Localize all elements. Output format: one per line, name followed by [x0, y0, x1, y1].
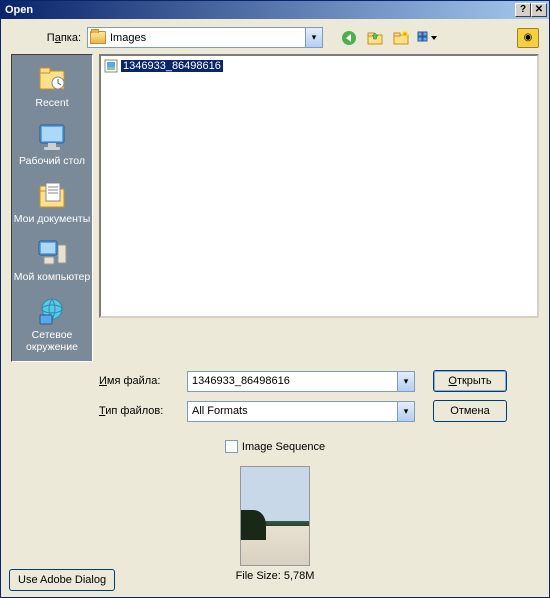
up-one-level-button[interactable]: [365, 28, 385, 48]
window-title: Open: [3, 4, 515, 16]
view-menu-button[interactable]: [417, 28, 437, 48]
place-desktop[interactable]: Рабочий стол: [12, 119, 92, 169]
folder-label: Папка:: [11, 32, 81, 44]
file-name: 1346933_86498616: [121, 60, 223, 72]
recent-icon: [36, 63, 68, 95]
open-button[interactable]: Открыть: [433, 370, 507, 392]
folder-dropdown[interactable]: Images ▾: [87, 27, 323, 48]
places-bar: Recent Рабочий стол Мои документы Мой ко…: [11, 54, 93, 362]
network-icon: [36, 295, 68, 327]
filetype-label: Тип файлов:: [99, 405, 181, 417]
desktop-icon: [36, 121, 68, 153]
folder-value: Images: [110, 32, 146, 44]
dropdown-arrow-icon[interactable]: ▾: [305, 28, 322, 47]
place-recent[interactable]: Recent: [12, 61, 92, 111]
help-button[interactable]: ?: [515, 3, 531, 17]
preview-area: File Size: 5,78М: [11, 466, 539, 582]
image-file-icon: [103, 58, 119, 74]
place-computer[interactable]: Мой компьютер: [12, 235, 92, 285]
back-button[interactable]: [339, 28, 359, 48]
filename-input[interactable]: 1346933_86498616 ▾: [187, 371, 415, 392]
preview-thumbnail: [240, 466, 310, 566]
checkbox-icon: [225, 440, 238, 453]
place-network[interactable]: Сетевое окружение: [12, 293, 92, 355]
dropdown-arrow-icon[interactable]: ▾: [397, 372, 414, 391]
new-folder-button[interactable]: [391, 28, 411, 48]
close-button[interactable]: ✕: [531, 3, 547, 17]
file-item[interactable]: 1346933_86498616: [103, 58, 535, 74]
filetype-dropdown[interactable]: All Formats ▾: [187, 401, 415, 422]
titlebar: Open ? ✕: [1, 1, 549, 19]
image-sequence-checkbox[interactable]: Image Sequence: [225, 440, 325, 453]
adobe-bridge-button[interactable]: ◉: [517, 28, 539, 48]
computer-icon: [36, 237, 68, 269]
folder-icon: [90, 31, 106, 44]
use-adobe-dialog-button[interactable]: Use Adobe Dialog: [9, 569, 115, 591]
open-dialog: Open ? ✕ Папка: Images ▾ ◉: [0, 0, 550, 598]
documents-icon: [36, 179, 68, 211]
place-documents[interactable]: Мои документы: [12, 177, 92, 227]
dropdown-arrow-icon[interactable]: ▾: [397, 402, 414, 421]
cancel-button[interactable]: Отмена: [433, 400, 507, 422]
filename-label: Имя файла:: [99, 375, 181, 387]
file-list[interactable]: 1346933_86498616: [99, 54, 539, 318]
